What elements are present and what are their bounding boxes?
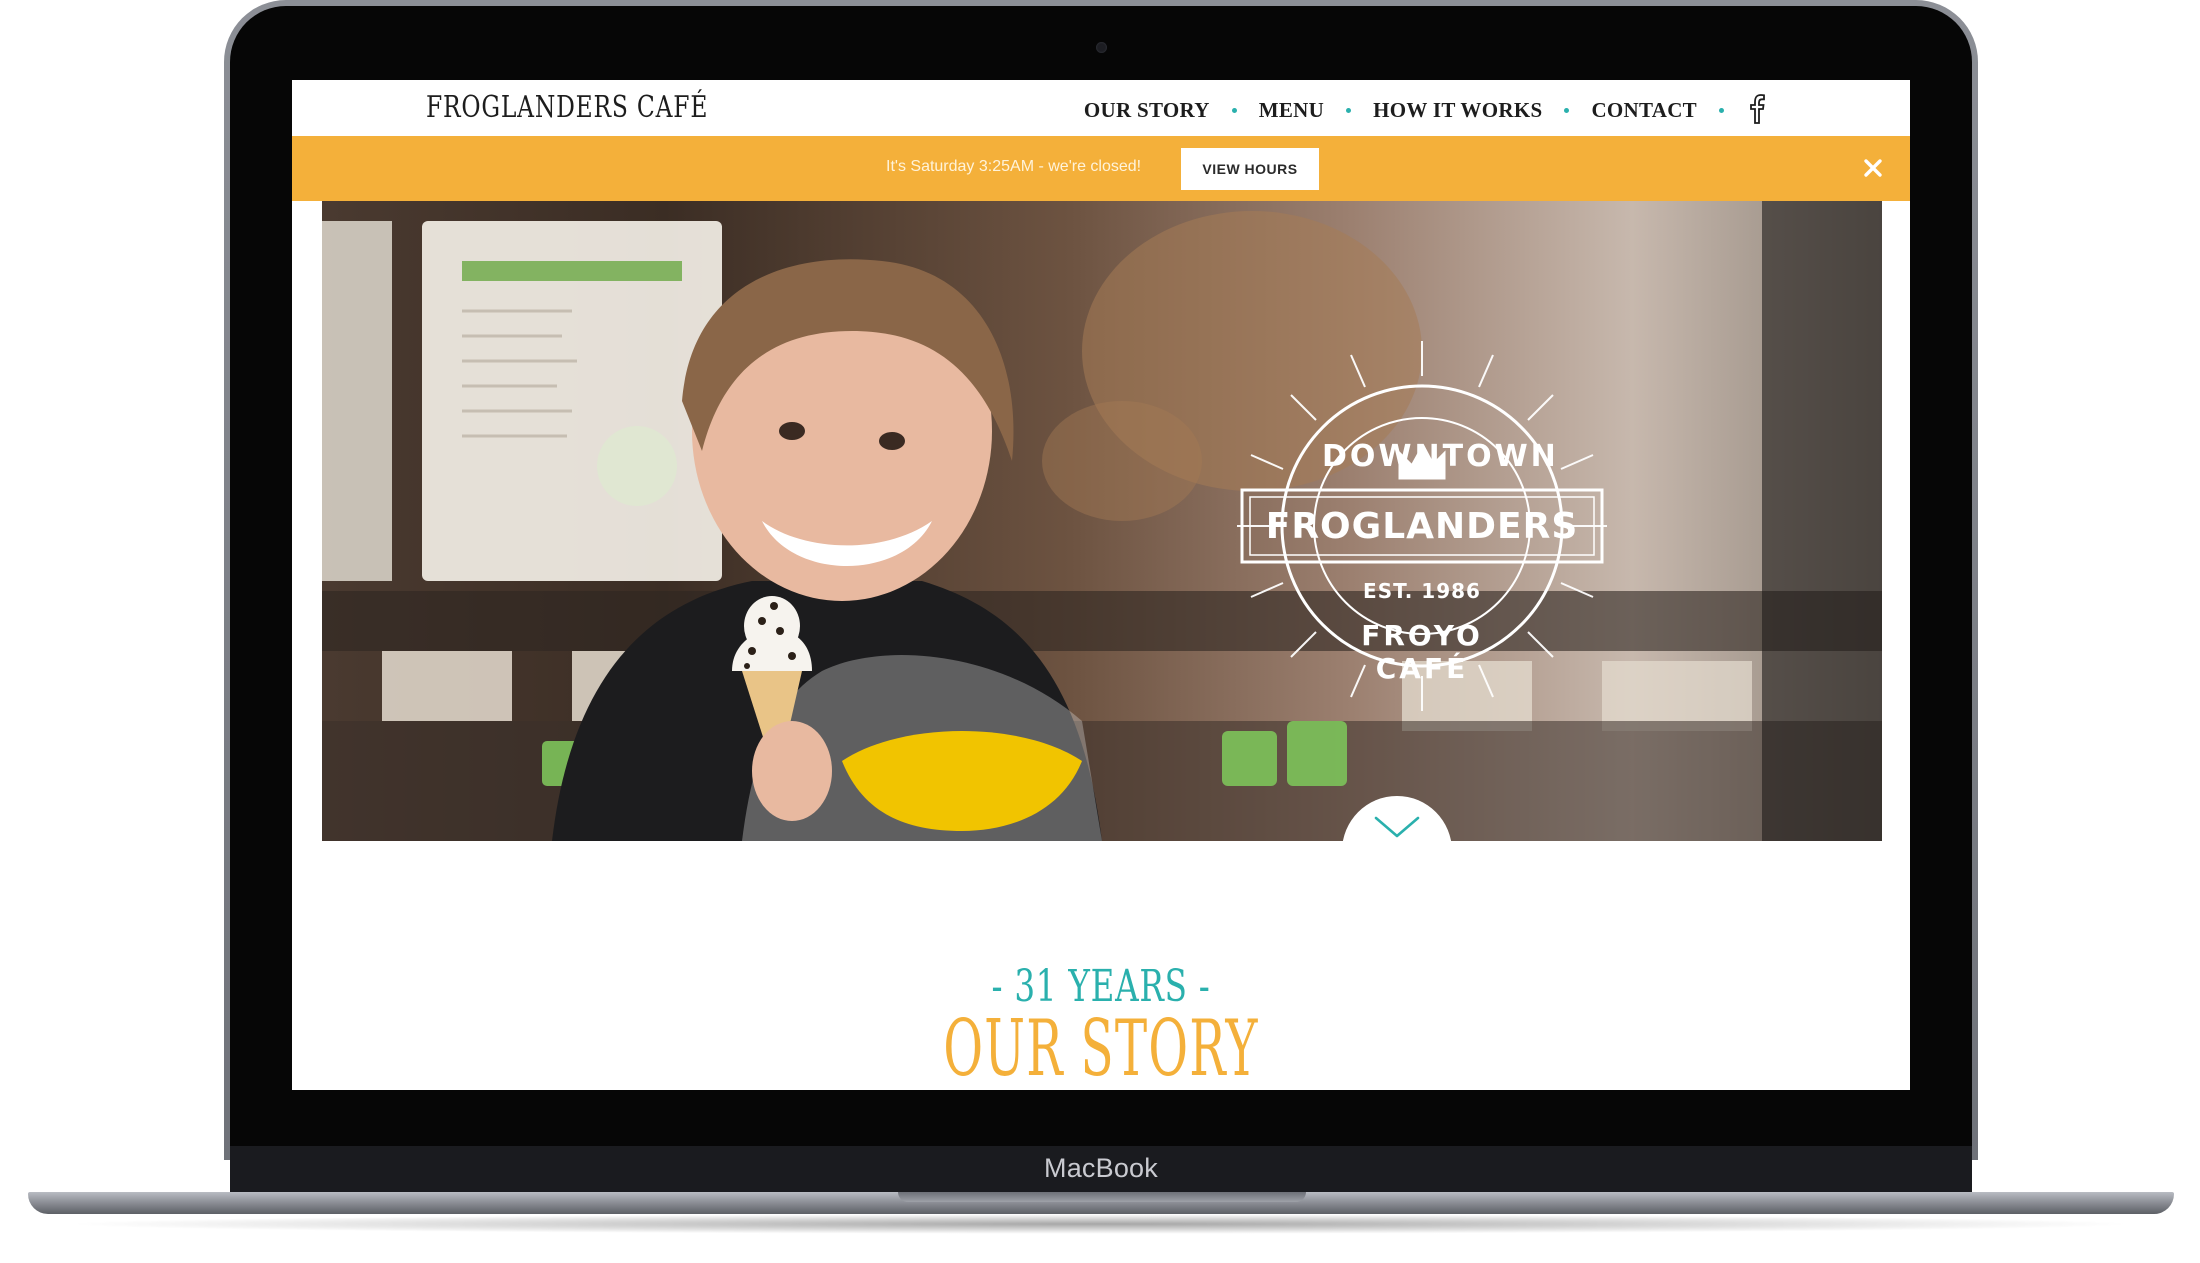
badge-bottom-arc: FROYO CAFÉ [1361, 619, 1483, 685]
close-icon[interactable] [1858, 153, 1888, 183]
badge-established: EST. 1986 [1363, 579, 1481, 603]
nav-separator-dot [1719, 107, 1724, 113]
website-screen: FROGLANDERS CAFÉ OUR STORY MENU HOW IT W… [292, 80, 1910, 1090]
nav-links: OUR STORY MENU HOW IT WORKS CONTACT [1084, 94, 1770, 124]
closed-notice-banner: It's Saturday 3:25AM - we're closed! VIE… [292, 136, 1910, 201]
nav-separator-dot [1231, 107, 1237, 113]
nav-menu[interactable]: MENU [1259, 98, 1324, 123]
view-hours-button[interactable]: VIEW HOURS [1181, 148, 1319, 190]
laptop-shadow [60, 1214, 2140, 1234]
closed-notice-text: It's Saturday 3:25AM - we're closed! [886, 158, 1142, 175]
nav-separator-dot [1564, 107, 1570, 113]
hero-photo [322, 201, 1882, 841]
laptop-hinge-notch [898, 1192, 1306, 1202]
chevron-down-icon [1374, 816, 1420, 838]
scroll-down-button[interactable] [1342, 796, 1452, 906]
nav-how-it-works[interactable]: HOW IT WORKS [1373, 98, 1542, 123]
badge-name: FROGLANDERS [1265, 506, 1579, 547]
nav-separator-dot [1346, 107, 1352, 113]
webcam [1096, 42, 1107, 53]
site-logo[interactable]: FROGLANDERS CAFÉ [426, 90, 708, 125]
hero-banner: DOWNTOWN FROGLANDERS EST. 1986 FROYO CAF… [322, 201, 1882, 841]
top-nav: FROGLANDERS CAFÉ OUR STORY MENU HOW IT W… [292, 80, 1910, 136]
story-title: OUR STORY [943, 1004, 1259, 1090]
nav-contact[interactable]: CONTACT [1591, 98, 1697, 123]
device-brand-label: MacBook [1044, 1153, 1158, 1183]
facebook-icon[interactable] [1746, 92, 1770, 124]
badge-top-arc: DOWNTOWN [1322, 439, 1559, 474]
nav-our-story[interactable]: OUR STORY [1084, 98, 1210, 123]
